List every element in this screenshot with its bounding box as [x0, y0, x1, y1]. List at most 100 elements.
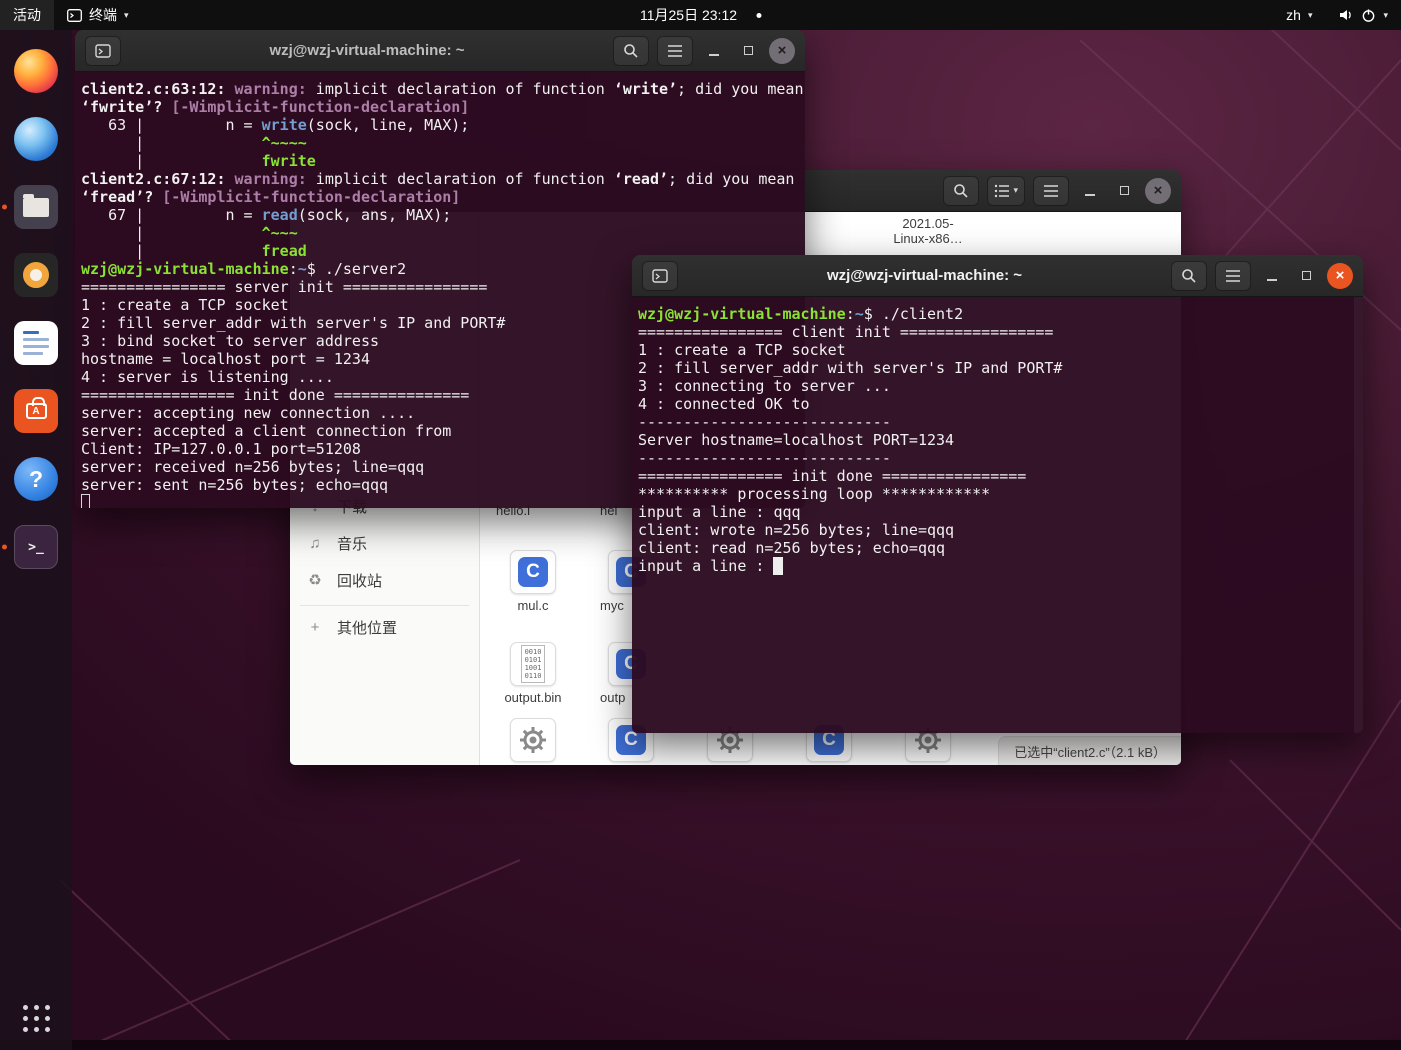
- dock-item-files[interactable]: [7, 176, 65, 238]
- firefox-icon: [14, 49, 58, 93]
- chevron-down-icon: ▾: [1383, 9, 1388, 20]
- terminal-line: ================ client init ===========…: [638, 323, 1054, 341]
- show-applications-button[interactable]: [7, 1004, 65, 1044]
- music-icon: ♫: [309, 534, 321, 552]
- terminal-line: client: wrote n=256 bytes; line=qqq: [638, 521, 955, 539]
- terminal-server-title: wzj@wzj-virtual-machine: ~: [269, 42, 465, 59]
- keyboard-layout-indicator[interactable]: zh ▾: [1273, 0, 1325, 30]
- chevron-down-icon: ▾: [1307, 9, 1313, 20]
- dock: A ? >_: [0, 30, 72, 1050]
- clock-button[interactable]: 11月25日 23:12: [627, 0, 774, 30]
- file-label: Linux-x86…: [893, 231, 963, 246]
- media-player-icon: [14, 253, 58, 297]
- clock-label: 11月25日 23:12: [639, 7, 738, 23]
- search-icon: [624, 43, 638, 58]
- focused-app-menu[interactable]: 终端 ▾: [54, 0, 142, 30]
- activities-button[interactable]: 活动: [0, 0, 54, 30]
- terminal-menu-button[interactable]: [657, 35, 693, 66]
- sidebar-divider: [300, 605, 469, 606]
- terminal-line: 3 : connecting to server ...: [638, 377, 891, 395]
- chevron-down-icon: ▾: [1013, 185, 1018, 195]
- file-label: 2021.05-: [902, 216, 954, 231]
- dock-item-help[interactable]: ?: [7, 448, 65, 510]
- file-label: mul.c: [517, 598, 549, 613]
- terminal-server-header[interactable]: wzj@wzj-virtual-machine: ~ ×: [75, 30, 805, 72]
- hamburger-icon: [668, 44, 682, 57]
- terminal-line: | ^~~~~: [81, 134, 307, 152]
- maximize-icon: [743, 46, 753, 55]
- terminal-minimize-button[interactable]: [701, 38, 727, 64]
- top-bar: 活动 终端 ▾ 11月25日 23:12 zh ▾ ▾: [0, 0, 1401, 30]
- chevron-down-icon: ▾: [124, 9, 129, 20]
- terminal-line: client2.c:67:12: warning: implicit decla…: [81, 170, 795, 188]
- system-status-menu[interactable]: ▾: [1325, 0, 1401, 30]
- dock-item-terminal[interactable]: >_: [7, 516, 65, 578]
- terminal-line: client2.c:63:12: warning: implicit decla…: [81, 80, 804, 98]
- file-label: output.bin: [504, 690, 562, 705]
- minimize-icon: [709, 54, 719, 56]
- plus-icon: +: [310, 618, 320, 636]
- terminal-search-button[interactable]: [613, 35, 649, 66]
- files-status-bar: 已选中“client2.c”（2.1 kB）: [998, 736, 1181, 765]
- help-question-icon: ?: [14, 457, 58, 501]
- close-icon: ×: [777, 42, 787, 59]
- terminal-minimize-button[interactable]: [1259, 263, 1285, 289]
- terminal-menu-button[interactable]: [1215, 260, 1251, 291]
- dock-item-writer[interactable]: [7, 312, 65, 374]
- terminal-close-button[interactable]: ×: [1327, 262, 1353, 289]
- dock-item-media-player[interactable]: [7, 244, 65, 306]
- terminal-line: ********** processing loop ************: [638, 485, 991, 503]
- dock-item-browser[interactable]: [7, 108, 65, 170]
- file-label[interactable]: myc: [600, 598, 624, 613]
- terminal-scrollbar[interactable]: [1354, 297, 1363, 733]
- terminal-line: Server hostname=localhost PORT=1234: [638, 431, 955, 449]
- c-file-icon: C: [510, 550, 556, 594]
- terminal-line: ----------------------------: [638, 413, 891, 431]
- file-item[interactable]: 2021.05- Linux-x86…: [868, 216, 988, 246]
- client-terminal-output[interactable]: wzj@wzj-virtual-machine:~$ ./client2 ====…: [632, 297, 1363, 733]
- files-close-button[interactable]: ×: [1145, 177, 1171, 204]
- files-search-button[interactable]: [943, 175, 980, 206]
- files-minimize-button[interactable]: [1077, 178, 1103, 204]
- terminal-maximize-button[interactable]: [735, 38, 761, 64]
- terminal-maximize-button[interactable]: [1293, 263, 1319, 289]
- file-label[interactable]: outp: [600, 690, 625, 705]
- terminal-line: | fwrite: [81, 152, 316, 170]
- files-folder-icon: [14, 185, 58, 229]
- minimize-icon: [1267, 279, 1277, 281]
- hamburger-icon: [1226, 269, 1240, 282]
- status-text: 已选中“client2.c”（2.1 kB）: [1014, 744, 1166, 760]
- sidebar-item-trash[interactable]: ♻ 回收站: [290, 563, 479, 597]
- activities-label: 活动: [13, 7, 41, 23]
- new-terminal-icon: [652, 268, 668, 283]
- terminal-line: input a line : qqq: [638, 503, 801, 521]
- hamburger-icon: [1044, 184, 1058, 197]
- dock-item-firefox[interactable]: [7, 40, 65, 102]
- terminal-search-button[interactable]: [1171, 260, 1207, 291]
- app-menu-label: 终端: [89, 7, 117, 23]
- files-view-options-button[interactable]: ▾: [987, 175, 1025, 206]
- terminal-line: client: read n=256 bytes; echo=qqq: [638, 539, 946, 557]
- terminal-line: 2 : fill server_addr with server's IP an…: [638, 359, 1063, 377]
- sidebar-item-label: 回收站: [337, 572, 383, 590]
- terminal-app-icon: [67, 8, 82, 22]
- terminal-client-title: wzj@wzj-virtual-machine: ~: [826, 267, 1023, 284]
- sidebar-item-music[interactable]: ♫ 音乐: [290, 526, 479, 560]
- dock-item-ubuntu-software[interactable]: A: [7, 380, 65, 442]
- terminal-close-button[interactable]: ×: [769, 37, 795, 64]
- terminal-line: ‘fread’? [-Wimplicit-function-declaratio…: [81, 188, 461, 206]
- terminal-line: ================ init done =============…: [638, 467, 1027, 485]
- new-terminal-button[interactable]: [85, 35, 121, 66]
- files-menu-button[interactable]: [1033, 175, 1069, 206]
- terminal-client-header[interactable]: wzj@wzj-virtual-machine: ~ ×: [632, 255, 1363, 297]
- terminal-line: 1 : create a TCP socket: [638, 341, 846, 359]
- object-file-gear-icon: [510, 718, 556, 762]
- files-maximize-button[interactable]: [1111, 178, 1137, 204]
- browser-globe-icon: [14, 117, 58, 161]
- sidebar-item-label: 音乐: [337, 535, 368, 553]
- power-icon: [1363, 8, 1375, 22]
- terminal-line: ‘fwrite’? [-Wimplicit-function-declarati…: [81, 98, 470, 116]
- new-terminal-button[interactable]: [642, 260, 678, 291]
- sidebar-item-other-locations[interactable]: + 其他位置: [290, 610, 479, 644]
- minimize-icon: [1085, 194, 1095, 196]
